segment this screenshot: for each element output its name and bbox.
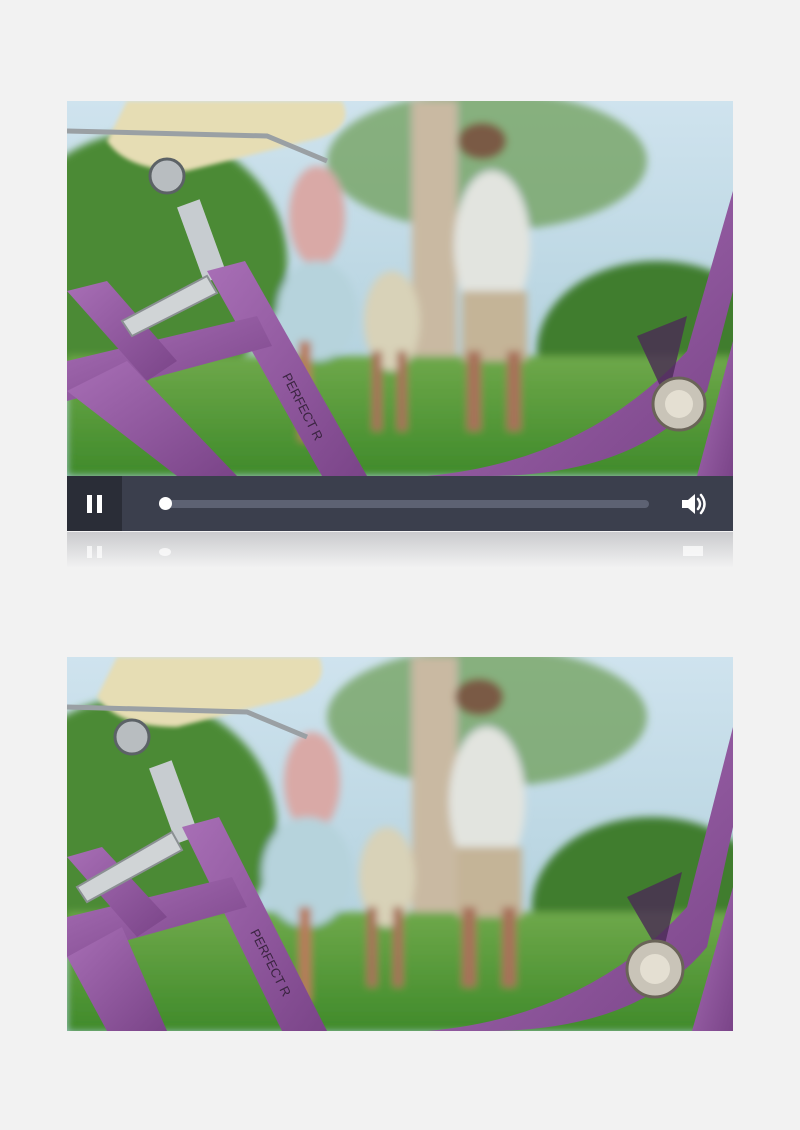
pause-button[interactable]	[67, 476, 122, 531]
volume-button[interactable]	[679, 490, 709, 518]
video-frame[interactable]: PERFECT R	[67, 657, 733, 1031]
video-player-bottom[interactable]: PERFECT R	[67, 657, 733, 1031]
video-control-bar	[67, 476, 733, 531]
progress-handle[interactable]	[159, 497, 172, 510]
video-player-top[interactable]: PERFECT R	[67, 101, 733, 531]
volume-icon	[682, 493, 706, 515]
pause-icon	[87, 495, 92, 513]
progress-bar[interactable]	[159, 497, 649, 510]
video-frame[interactable]: PERFECT R	[67, 101, 733, 476]
player-reflection	[67, 532, 733, 568]
